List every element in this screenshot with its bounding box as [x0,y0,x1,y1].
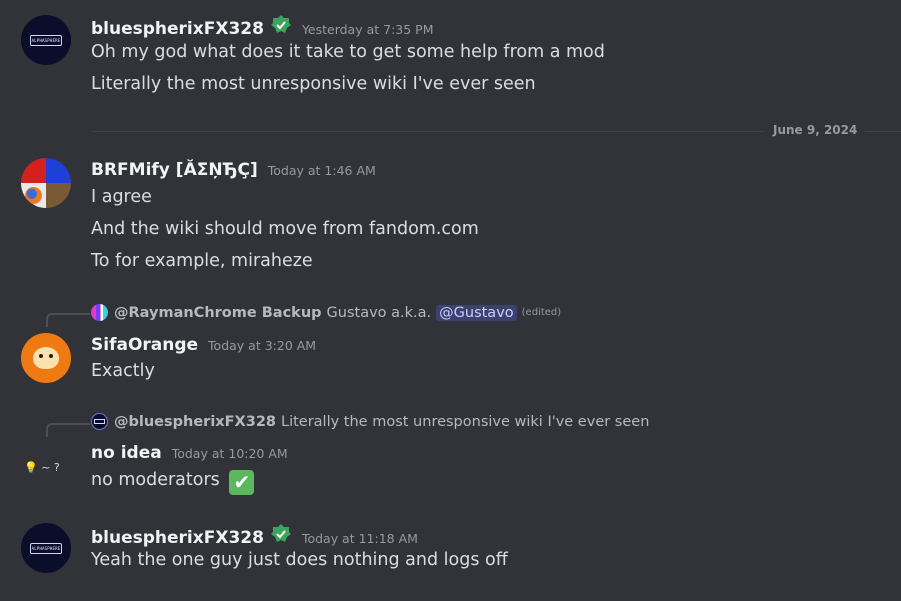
chat-log: ALPHASPHERE bluespherixFX328 Yesterday a… [0,0,901,601]
leaf-badge-icon[interactable] [270,14,292,34]
timestamp[interactable]: Today at 10:20 AM [172,446,288,461]
avatar[interactable]: 💡 ~ ? [24,461,70,474]
cat-face-icon [33,347,59,369]
check-mark-emoji-icon: ✔ [229,470,255,495]
avatar[interactable]: ALPHASPHERE [21,523,71,573]
leaf-badge-icon[interactable] [270,523,292,543]
reply-spine [46,313,90,327]
avatar[interactable]: ALPHASPHERE [21,15,71,65]
reply-text: Gustavo a.k.a. [326,304,432,321]
reply-preview[interactable]: @RaymanChrome Backup Gustavo a.k.a. @Gus… [91,304,561,321]
message-line: no moderators ✔ [91,470,255,495]
message-text: To for example, miraheze [91,251,313,271]
reply-preview[interactable]: @bluespherixFX328 Literally the most unr… [91,413,649,430]
timestamp[interactable]: Today at 11:18 AM [302,531,418,546]
message-header: SifaOrange Today at 3:20 AM [91,335,316,355]
message-header: bluespherixFX328 Today at 11:18 AM [91,523,418,548]
reply-username[interactable]: @RaymanChrome Backup [114,305,322,321]
reply-spine [46,423,90,437]
message-text: I agree [91,187,152,207]
edited-label: (edited) [521,307,562,318]
username[interactable]: no idea [91,443,162,463]
message-header: bluespherixFX328 Yesterday at 7:35 PM [91,14,434,39]
username[interactable]: BRFMify [ĂΣŅЂÇ] [91,160,258,180]
message-text: no moderators [91,470,220,490]
reply-avatar [91,413,108,430]
timestamp[interactable]: Today at 1:46 AM [268,163,376,178]
avatar[interactable] [21,333,71,383]
username[interactable]: bluespherixFX328 [91,528,264,548]
avatar[interactable] [21,158,71,208]
reply-avatar [91,304,108,321]
avatar-logo: ALPHASPHERE [30,34,62,46]
username[interactable]: SifaOrange [91,335,198,355]
mention[interactable]: @Gustavo [436,304,517,321]
message-text: Exactly [91,361,155,381]
message-text: And the wiki should move from fandom.com [91,219,479,239]
message-header: BRFMify [ĂΣŅЂÇ] Today at 1:46 AM [91,160,376,180]
avatar-logo: ALPHASPHERE [30,542,62,554]
message-text: Literally the most unresponsive wiki I'v… [91,74,536,94]
message-text: Oh my god what does it take to get some … [91,42,605,62]
date-divider-label: June 9, 2024 [765,123,866,137]
timestamp[interactable]: Today at 3:20 AM [208,338,316,353]
reply-text: Literally the most unresponsive wiki I'v… [281,413,650,430]
reply-username[interactable]: @bluespherixFX328 [114,414,276,430]
firefox-icon [25,187,42,204]
username[interactable]: bluespherixFX328 [91,19,264,39]
timestamp[interactable]: Yesterday at 7:35 PM [302,22,434,37]
message-header: no idea Today at 10:20 AM [91,443,288,463]
message-text: Yeah the one guy just does nothing and l… [91,550,508,570]
